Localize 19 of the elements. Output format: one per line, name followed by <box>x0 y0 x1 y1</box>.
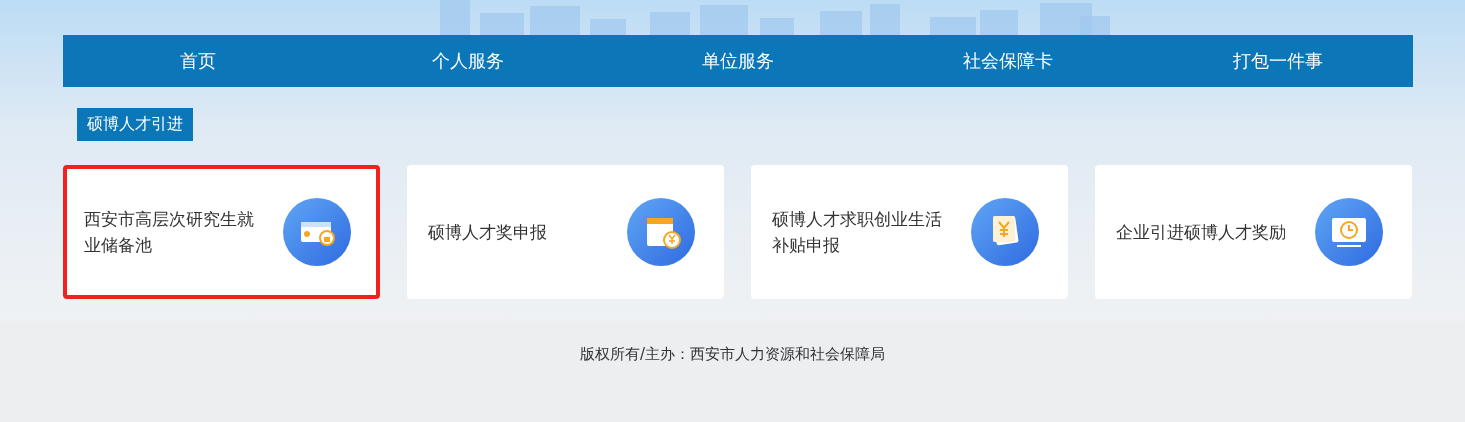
card-label: 西安市高层次研究生就业储备池 <box>84 208 255 257</box>
card-label: 硕博人才求职创业生活补贴申报 <box>772 208 943 257</box>
monitor-icon <box>1315 198 1383 266</box>
service-card[interactable]: 企业引进硕博人才奖励 <box>1095 165 1412 299</box>
service-card[interactable]: 硕博人才求职创业生活补贴申报 <box>751 165 1068 299</box>
nav-link[interactable]: 单位服务 <box>603 35 873 87</box>
card-icon <box>283 198 351 266</box>
service-card[interactable]: 硕博人才奖申报 <box>407 165 724 299</box>
nav-link[interactable]: 首页 <box>63 35 333 87</box>
nav-link[interactable]: 个人服务 <box>333 35 603 87</box>
nav-link[interactable]: 社会保障卡 <box>873 35 1143 87</box>
service-card[interactable]: 西安市高层次研究生就业储备池 <box>63 165 380 299</box>
card-label: 硕博人才奖申报 <box>428 221 548 244</box>
copyright-text: 版权所有/主办：西安市人力资源和社会保障局 <box>579 345 886 365</box>
nav-link[interactable]: 打包一件事 <box>1143 35 1413 87</box>
money-icon <box>971 198 1039 266</box>
section-title: 硕博人才引进 <box>77 108 193 141</box>
calendar-icon <box>627 198 695 266</box>
card-label: 企业引进硕博人才奖励 <box>1116 221 1287 244</box>
